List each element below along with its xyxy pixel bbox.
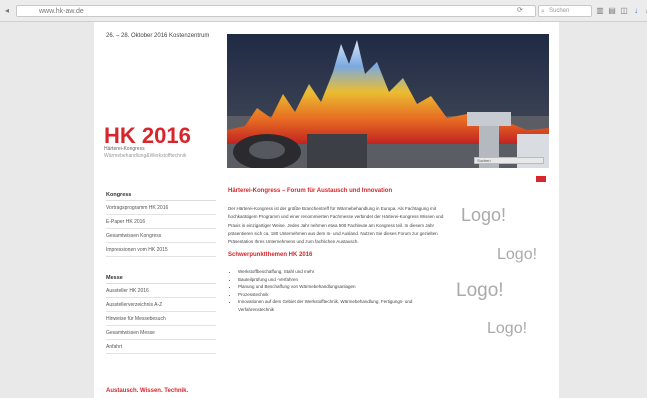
nav-footer-heading: Austausch. Wissen. Technik.: [106, 388, 189, 394]
list-item: Planung und Beschaffung von Wärmebehandl…: [238, 283, 448, 291]
back-icon[interactable]: ◂: [5, 5, 9, 17]
library-icon[interactable]: ▥: [596, 5, 604, 16]
nav-section-messe: Messe: [106, 273, 216, 284]
main-content: Härterei-Kongress – Forum für Austausch …: [228, 188, 448, 313]
nav-item-ausstellerverzeichnis[interactable]: Ausstellerverzeichnis A-Z: [106, 298, 216, 312]
topics-heading: Schwerpunktthemen HK 2016: [228, 252, 313, 259]
list-item: Prozesstechnik: [238, 291, 448, 299]
nav-item-gesamtwissen-messe[interactable]: Gesamtwissen Messe: [106, 326, 216, 340]
browser-toolbar: ◂ www.hk-aw.de ⟳ ⌕ Suchen ▥ ▤ ◫ ↓ ⌂ ⚐ ≡: [0, 0, 647, 22]
toolbar-icons: ▥ ▤ ◫ ↓ ⌂ ⚐ ≡: [596, 5, 647, 16]
list-item: Bauteilprüfung und -Verfahren: [238, 276, 448, 284]
nav-item-aussteller[interactable]: Aussteller HK 2016: [106, 284, 216, 298]
pocket-icon[interactable]: ◫: [620, 5, 628, 16]
banner-graphic: [227, 34, 549, 168]
side-navigation: Kongress Vortragsprogramm HK 2016 E-Pape…: [106, 190, 216, 394]
nav-item-impressionen[interactable]: Impressionen vom HK 2015: [106, 243, 216, 257]
hero-banner: [227, 34, 549, 168]
list-item: Werkstoffbeschaffung, Stahl und mehr: [238, 268, 448, 276]
nav-item-epaper[interactable]: E-Paper HK 2016: [106, 215, 216, 229]
subtitle-line: Härterei-Kongress: [104, 146, 145, 152]
logo-placeholder: Logo!: [487, 320, 528, 337]
event-date: 26. – 28. Oktober 2016 Kostenzentrum: [106, 33, 210, 39]
search-input[interactable]: ⌕ Suchen: [538, 5, 592, 17]
banner-search-box[interactable]: Suchen: [474, 157, 544, 164]
content-heading: Härterei-Kongress – Forum für Austausch …: [228, 188, 393, 194]
subtitle-line-2: Wärmebehandlung&Werkstofftechnik: [104, 153, 187, 159]
language-flag-icon[interactable]: [536, 176, 546, 182]
nav-item-vortragsprogramm[interactable]: Vortragsprogramm HK 2016: [106, 201, 216, 215]
address-bar[interactable]: www.hk-aw.de: [16, 5, 536, 17]
search-placeholder: Suchen: [549, 8, 570, 14]
download-icon[interactable]: ↓: [632, 5, 640, 16]
logo-placeholder: Logo!: [461, 205, 507, 225]
nav-section-kongress: Kongress: [106, 190, 216, 201]
page-subtitle: Härterei-Kongress Wärmebehandlung&Werkst…: [104, 146, 224, 160]
sidebar-icon[interactable]: ▤: [608, 5, 616, 16]
logo-placeholder: Logo!: [456, 280, 504, 301]
reload-icon[interactable]: ⟳: [517, 6, 523, 14]
logo-placeholder: Logo!: [497, 246, 538, 263]
nav-item-gesamtwissen-kongress[interactable]: Gesamtwissen Kongress: [106, 229, 216, 243]
content-body: Der Härterei-Kongress ist der größte Bra…: [228, 206, 444, 245]
topics-list: Werkstoffbeschaffung, Stahl und mehr Bau…: [228, 268, 448, 313]
url-text: www.hk-aw.de: [39, 8, 84, 15]
nav-item-hinweise[interactable]: Hinweise für Messebesuch: [106, 312, 216, 326]
search-icon: ⌕: [541, 8, 545, 15]
nav-item-anfahrt[interactable]: Anfahrt: [106, 340, 216, 354]
list-item: Innovationen auf dem Gebiet der Werkstof…: [238, 298, 448, 313]
